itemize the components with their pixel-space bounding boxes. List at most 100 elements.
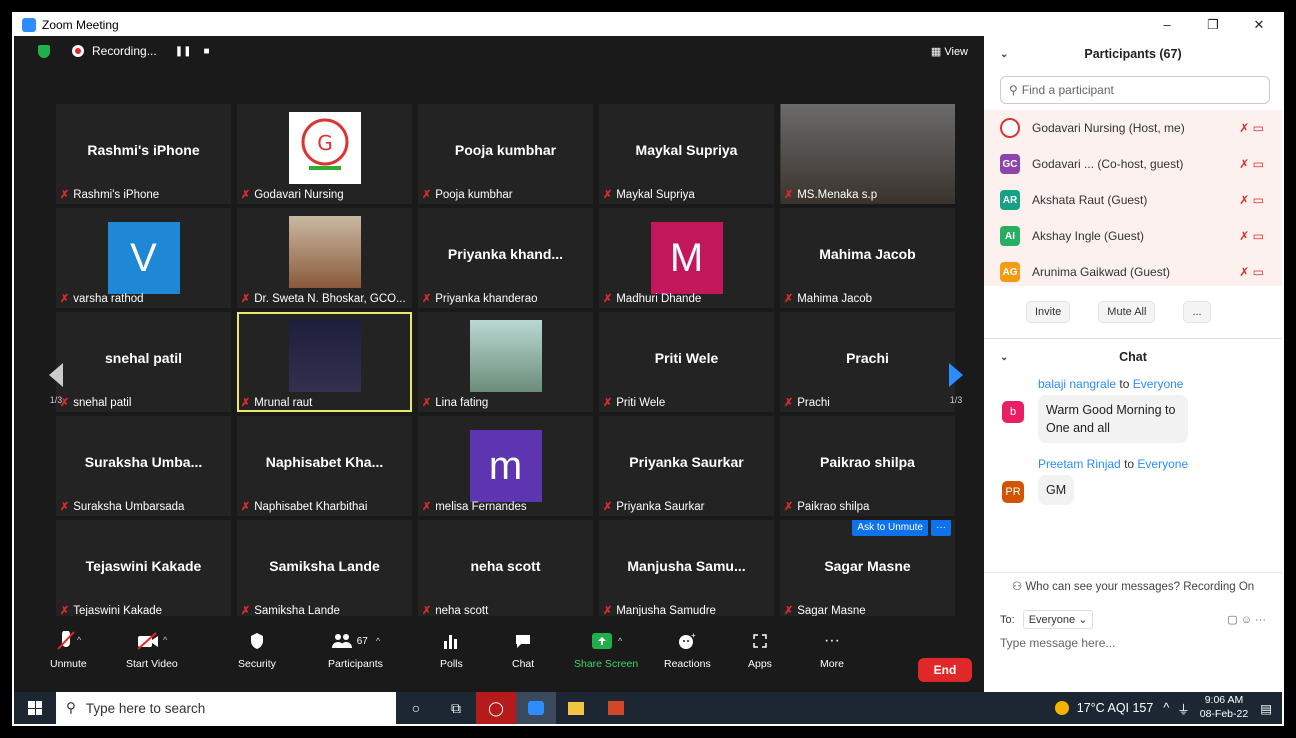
polls-label: Polls — [440, 658, 463, 670]
tile-display-name: Samiksha Lande — [269, 558, 380, 574]
video-tile[interactable]: Prachi ✗ Prachi — [780, 312, 955, 412]
tile-name-text: MS.Menaka s.p — [797, 188, 878, 201]
tile-name-text: Naphisabet Kharbithai — [254, 500, 368, 513]
video-tile[interactable]: Tejaswini Kakade ✗ Tejaswini Kakade — [56, 520, 231, 620]
video-tile[interactable]: ✗ Lina fating — [418, 312, 593, 412]
unmute-button[interactable]: ^ Unmute — [50, 630, 87, 670]
video-tile[interactable]: snehal patil ✗ snehal patil — [56, 312, 231, 412]
video-tile[interactable]: Paikrao shilpa ✗ Paikrao shilpa — [780, 416, 955, 516]
notifications-icon[interactable]: ▤ — [1260, 701, 1272, 716]
encryption-shield-icon[interactable] — [38, 44, 50, 58]
participant-row[interactable]: AI Akshay Ingle (Guest) ✗ ▭ — [984, 218, 1282, 254]
close-button[interactable]: ✕ — [1236, 17, 1282, 33]
participant-row[interactable]: GC Godavari ... (Co-host, guest) ✗ ▭ — [984, 146, 1282, 182]
invite-button[interactable]: Invite — [1026, 301, 1071, 323]
participants-button[interactable]: 67 ^ Participants — [328, 630, 383, 670]
participant-row[interactable]: Godavari Nursing (Host, me) ✗ ▭ — [984, 110, 1282, 146]
previous-page-button[interactable]: 1/3 — [44, 354, 68, 414]
recipient-select[interactable]: Everyone ⌄ — [1022, 610, 1094, 629]
tile-display-name: Priyanka khand... — [447, 246, 564, 262]
chat-messages: balaji nangrale to Everyone b Warm Good Mo… — [984, 377, 1282, 506]
video-tile[interactable]: ✗ MS.Menaka s.p — [780, 104, 955, 204]
tile-name-text: Sagar Masne — [797, 604, 866, 617]
stop-recording-button[interactable]: ■ — [203, 46, 209, 57]
participant-more-button[interactable]: ... — [1183, 301, 1211, 323]
video-tile[interactable]: M ✗ Madhuri Dhande — [599, 208, 774, 308]
share-screen-button[interactable]: ^ Share Screen — [574, 630, 638, 670]
clock[interactable]: 9:06 AM 08-Feb-22 — [1200, 694, 1248, 721]
opera-icon[interactable]: ◯ — [476, 692, 516, 724]
video-tile[interactable]: m ✗ melisa Fernandes — [418, 416, 593, 516]
chat-avatar: PR — [1002, 481, 1024, 504]
chat-sender[interactable]: Preetam Rinjad — [1038, 457, 1121, 471]
pause-recording-button[interactable]: ❚❚ — [175, 46, 192, 57]
zoom-taskbar-icon[interactable] — [516, 692, 556, 724]
video-tile[interactable]: Mahima Jacob ✗ Mahima Jacob — [780, 208, 955, 308]
ask-to-unmute-button[interactable]: Ask to Unmute — [852, 520, 928, 536]
tile-name-label: ✗ melisa Fernandes — [422, 500, 527, 514]
video-tile[interactable]: Manjusha Samu... ✗ Manjusha Samudre — [599, 520, 774, 620]
video-tile[interactable]: neha scott ✗ neha scott — [418, 520, 593, 620]
end-meeting-button[interactable]: End — [918, 658, 972, 682]
tile-more-button[interactable]: ··· — [931, 520, 951, 536]
video-tile[interactable]: ✗ Dr. Sweta N. Bhoskar, GCO... — [237, 208, 412, 308]
video-tile[interactable]: Priyanka Saurkar ✗ Priyanka Saurkar — [599, 416, 774, 516]
chat-chevron-down-icon[interactable]: ⌄ — [1000, 352, 1008, 363]
weather-text[interactable]: 17°C AQI 157 — [1077, 701, 1154, 715]
view-button[interactable]: ▦ View — [931, 45, 968, 58]
minimize-button[interactable]: – — [1144, 17, 1190, 33]
chat-button[interactable]: Chat — [512, 630, 534, 670]
task-view-icon[interactable]: ⧉ — [436, 692, 476, 724]
muted-video-off-icon: ✗ ▭ — [1239, 265, 1264, 279]
video-tile[interactable]: Sagar Masne ✗ Sagar Masne Ask to Unmute ··· — [780, 520, 955, 620]
tile-name-text: Tejaswini Kakade — [73, 604, 163, 617]
chat-header: ⌄ Chat — [984, 339, 1282, 375]
powerpoint-icon[interactable] — [596, 692, 636, 724]
chat-visibility-notice[interactable]: ⚇ Who can see your messages? Recording O… — [984, 572, 1282, 593]
video-tile[interactable]: Suraksha Umba... ✗ Suraksha Umbarsada — [56, 416, 231, 516]
video-tile[interactable]: Priyanka khand... ✗ Priyanka khanderao — [418, 208, 593, 308]
security-button[interactable]: Security — [238, 630, 276, 670]
chat-target: Everyone — [1132, 377, 1184, 391]
video-tile[interactable]: Rashmi's iPhone ✗ Rashmi's iPhone — [56, 104, 231, 204]
file-icon[interactable]: ▢ ☺ ··· — [1227, 613, 1266, 626]
cortana-icon[interactable]: ○ — [396, 692, 436, 724]
participant-row[interactable]: AR Akshata Raut (Guest) ✗ ▭ — [984, 182, 1282, 218]
video-tile[interactable]: Naphisabet Kha... ✗ Naphisabet Kharbithai — [237, 416, 412, 516]
next-page-button[interactable]: 1/3 — [944, 354, 968, 414]
reactions-label: Reactions — [664, 658, 711, 670]
taskbar-search-box[interactable]: ⚲ Type here to search — [56, 692, 396, 724]
apps-button[interactable]: Apps — [748, 630, 772, 670]
video-tile[interactable]: Maykal Supriya ✗ Maykal Supriya — [599, 104, 774, 204]
chat-label: Chat — [512, 658, 535, 670]
start-video-button[interactable]: ^ Start Video — [126, 630, 178, 670]
security-shield-icon — [249, 630, 265, 652]
participant-row[interactable]: AG Arunima Gaikwad (Guest) ✗ ▭ — [984, 254, 1282, 286]
polls-button[interactable]: Polls — [440, 630, 463, 670]
tile-name-text: Mahima Jacob — [797, 292, 873, 305]
participant-avatar — [1000, 118, 1020, 138]
video-tile[interactable]: Priti Wele ✗ Priti Wele — [599, 312, 774, 412]
video-tile[interactable]: V ✗ varsha rathod — [56, 208, 231, 308]
tray-chevron-icon[interactable]: ^ — [1163, 701, 1169, 715]
windows-start-icon[interactable] — [28, 701, 42, 715]
video-tile[interactable]: ✗ Mrunal raut — [237, 312, 412, 412]
file-explorer-icon[interactable] — [556, 692, 596, 724]
reactions-button[interactable]: + Reactions — [664, 630, 711, 670]
chat-sender[interactable]: balaji nangrale — [1038, 377, 1116, 391]
tile-name-text: Maykal Supriya — [616, 188, 695, 201]
chat-message-input[interactable]: Type message here... — [1000, 636, 1115, 650]
network-icon[interactable]: ⏚ — [1177, 699, 1190, 718]
video-tile[interactable]: Samiksha Lande ✗ Samiksha Lande — [237, 520, 412, 620]
taskbar-search-icon: ⚲ — [66, 700, 76, 715]
mute-all-button[interactable]: Mute All — [1098, 301, 1156, 323]
video-tile[interactable]: Pooja kumbhar ✗ Pooja kumbhar — [418, 104, 593, 204]
chevron-down-icon[interactable]: ⌄ — [1000, 49, 1008, 60]
video-tile[interactable]: G ✗ Godavari Nursing — [237, 104, 412, 204]
tile-display-name: Manjusha Samu... — [627, 558, 746, 574]
restore-button[interactable]: ❐ — [1190, 17, 1236, 33]
participant-search-input[interactable]: ⚲ Find a participant — [1000, 76, 1270, 104]
arrow-left-icon — [49, 363, 63, 387]
more-button[interactable]: ··· More — [820, 630, 844, 670]
muted-mic-icon: ✗ — [422, 397, 432, 409]
